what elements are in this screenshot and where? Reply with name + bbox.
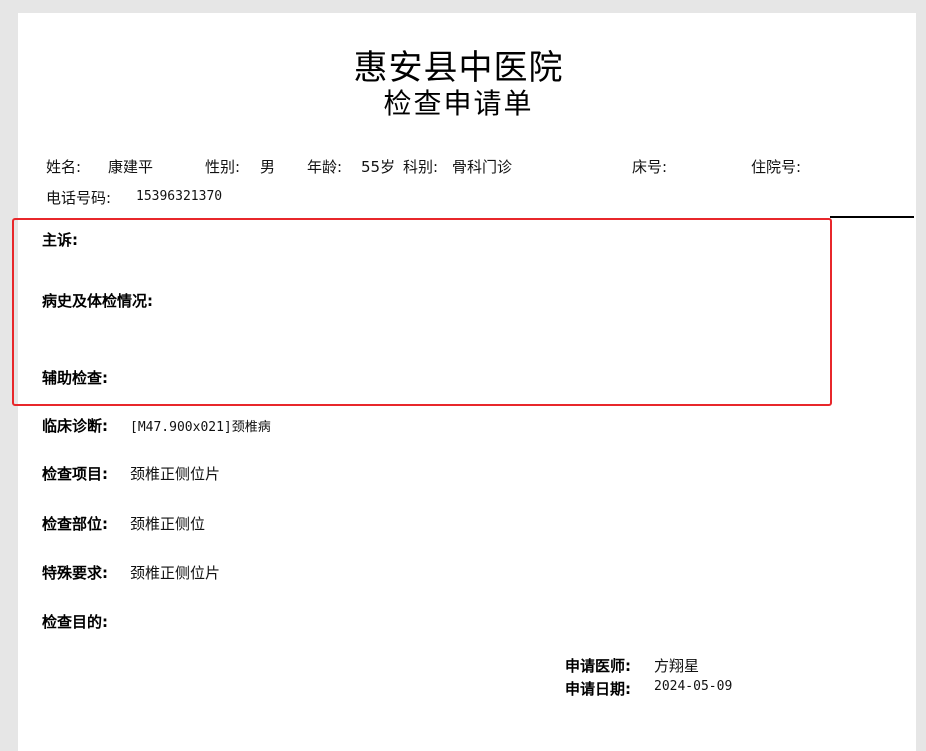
dept-value: 骨科门诊 [452,158,513,176]
highlight-box [12,218,832,406]
phone-value: 15396321370 [136,189,223,204]
bed-label: 床号: [632,158,668,176]
diagnosis-value: [M47.900x021]颈椎病 [130,420,271,435]
phone-label: 电话号码: [46,189,112,207]
exam-item-value: 颈椎正侧位片 [130,465,221,483]
age-value: 55岁 [361,158,396,176]
dept-label: 科别: [403,158,439,176]
exam-part-label: 检查部位: [42,515,108,533]
date-label: 申请日期: [565,680,631,698]
exam-item-label: 检查项目: [42,465,108,483]
gender-value: 男 [260,158,276,176]
special-value: 颈椎正侧位片 [130,564,221,582]
doctor-value: 方翔星 [654,657,700,675]
name-value: 康建平 [108,158,154,176]
exam-part-value: 颈椎正侧位 [130,515,206,533]
special-label: 特殊要求: [42,564,108,582]
header-divider [830,216,914,218]
inpatient-label: 住院号: [751,158,802,176]
name-label: 姓名: [46,158,82,176]
diagnosis-label: 临床诊断: [42,417,108,435]
gender-label: 性别: [205,158,241,176]
purpose-label: 检查目的: [42,613,108,631]
date-value: 2024-05-09 [654,679,733,694]
doctor-label: 申请医师: [565,657,631,675]
form-title: 检查申请单 [383,87,534,120]
age-label: 年龄: [307,158,343,176]
